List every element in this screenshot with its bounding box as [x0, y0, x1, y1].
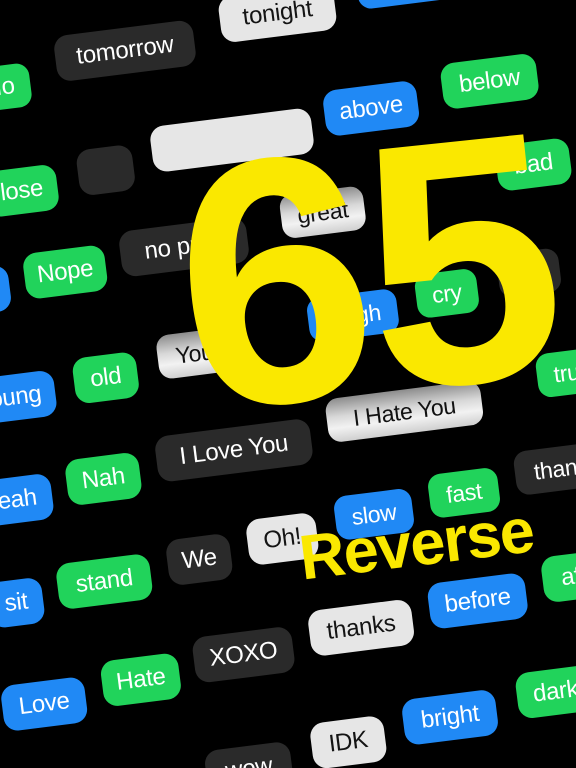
word-pill[interactable]: bad	[493, 137, 574, 192]
word-pill[interactable]: Nah	[63, 451, 144, 507]
word-pill[interactable]: bright	[400, 688, 500, 747]
word-pill[interactable]: great	[278, 185, 368, 240]
word-pill[interactable]: old	[71, 350, 141, 405]
word-pill[interactable]: above	[321, 79, 421, 138]
word-pill[interactable]: young	[0, 369, 59, 427]
word-pill[interactable]: yeah	[0, 472, 55, 529]
word-pill[interactable]: XOXO	[191, 625, 297, 684]
app-screen: Notomorrowtonightsmalllargeloseabovebelo…	[0, 0, 576, 768]
word-pill[interactable]: IDK	[308, 714, 388, 768]
word-pill[interactable]: sit	[0, 576, 46, 629]
word-pill[interactable]: We	[164, 532, 234, 587]
word-pill[interactable]: I Love You	[153, 417, 315, 483]
word-pill[interactable]: dark	[514, 664, 576, 720]
word-pill[interactable]: Hate	[99, 652, 183, 708]
word-pill[interactable]: up	[0, 264, 13, 317]
word-pill[interactable]: no prob	[117, 216, 251, 278]
word-pill[interactable]: stand	[54, 552, 154, 611]
word-pill[interactable]: Love	[0, 675, 89, 733]
word-pill-field: Notomorrowtonightsmalllargeloseabovebelo…	[0, 0, 576, 768]
word-pill[interactable]: No	[0, 62, 34, 114]
word-pill[interactable]: try	[495, 247, 563, 299]
word-pill[interactable]: before	[426, 571, 530, 630]
word-pill[interactable]: fast	[426, 466, 502, 520]
word-pill[interactable]: small	[354, 0, 453, 11]
word-pill[interactable]: after	[539, 547, 576, 604]
word-pill[interactable]: slow	[332, 487, 416, 541]
word-pill[interactable]: tomorrow	[52, 19, 198, 83]
word-pill-blank[interactable]	[75, 143, 137, 197]
word-pill[interactable]: below	[439, 52, 541, 111]
word-pill[interactable]: lose	[0, 163, 61, 219]
word-pill-blank[interactable]	[148, 107, 316, 174]
word-pill[interactable]: I Hate You	[324, 380, 485, 444]
word-pill[interactable]: tonight	[217, 0, 338, 44]
word-pill[interactable]: Oh!	[244, 511, 320, 567]
word-pill[interactable]: cry	[413, 267, 481, 320]
word-pill[interactable]: thanks	[512, 439, 576, 497]
word-pill[interactable]: tough	[305, 287, 401, 343]
word-pill[interactable]: wow	[203, 740, 295, 768]
word-pill[interactable]: thanks	[306, 598, 416, 658]
word-pill[interactable]: You	[154, 327, 234, 380]
word-pill[interactable]: Nope	[21, 244, 109, 300]
word-pill[interactable]: true	[534, 345, 576, 399]
